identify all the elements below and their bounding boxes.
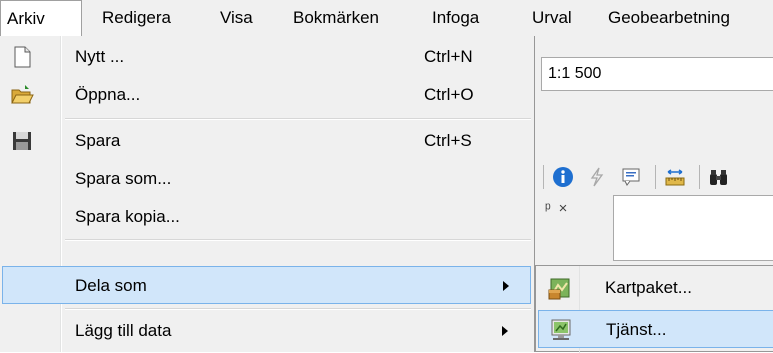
html-popup-icon[interactable] bbox=[619, 165, 643, 189]
file-menu: Nytt ... Ctrl+N Öppna... Ctrl+O Spara Ct… bbox=[0, 36, 535, 352]
menu-item-shortcut: Ctrl+N bbox=[424, 47, 473, 66]
service-icon bbox=[549, 318, 573, 342]
menu-infoga-label: Infoga bbox=[432, 8, 480, 27]
map-package-icon bbox=[548, 276, 572, 300]
menu-item-label: Tjänst... bbox=[606, 320, 667, 339]
menu-geobearbetning-label: Geobearbetning bbox=[608, 8, 730, 27]
menu-item-spara-som[interactable]: Spara som... bbox=[2, 160, 531, 198]
menu-item-label: Lägg till data bbox=[75, 321, 172, 340]
menu-bokmarken-label: Bokmärken bbox=[293, 8, 379, 27]
menu-urval-label: Urval bbox=[532, 8, 572, 27]
submenu-arrow-icon bbox=[502, 326, 508, 336]
find-binoculars-icon[interactable] bbox=[707, 165, 731, 189]
menu-arkiv-label: Arkiv bbox=[7, 9, 45, 28]
menu-geobearbetning[interactable]: Geobearbetning bbox=[608, 0, 730, 36]
menu-item-label: Spara bbox=[75, 131, 121, 150]
identify-icon[interactable] bbox=[551, 165, 575, 189]
menu-visa-label: Visa bbox=[220, 8, 253, 27]
hyperlink-lightning-icon[interactable] bbox=[585, 165, 609, 189]
menu-item-spara[interactable]: Spara Ctrl+S bbox=[2, 122, 531, 160]
menu-urval[interactable]: Urval bbox=[532, 0, 572, 36]
menu-item-nytt[interactable]: Nytt ... Ctrl+N bbox=[2, 38, 531, 76]
menu-item-label: Öppna... bbox=[75, 85, 141, 104]
menu-visa[interactable]: Visa bbox=[220, 0, 253, 36]
menu-redigera-label: Redigera bbox=[102, 8, 171, 27]
submenu-item-kartpaket[interactable]: Kartpaket... bbox=[538, 269, 773, 307]
toolbar-separator bbox=[699, 165, 700, 189]
menu-item-dela-som[interactable]: Dela som bbox=[2, 266, 531, 304]
close-icon[interactable]: × bbox=[559, 200, 568, 217]
menu-separator bbox=[65, 118, 531, 120]
menu-bokmarken[interactable]: Bokmärken bbox=[293, 0, 379, 36]
tools-toolbar bbox=[541, 160, 773, 194]
menu-separator bbox=[65, 308, 531, 310]
menu-item-lagg-till-data[interactable]: Lägg till data bbox=[2, 312, 531, 350]
menu-item-label: Dela som bbox=[75, 276, 147, 295]
map-scale-value: 1:1 500 bbox=[548, 65, 602, 82]
menu-redigera[interactable]: Redigera bbox=[102, 0, 171, 36]
menu-item-label: Kartpaket... bbox=[605, 278, 692, 297]
menu-arkiv[interactable]: Arkiv bbox=[0, 0, 82, 36]
menu-item-shortcut: Ctrl+O bbox=[424, 85, 474, 104]
menu-item-spara-kopia[interactable]: Spara kopia... bbox=[2, 198, 531, 236]
submenu-item-tjanst[interactable]: Tjänst... bbox=[538, 310, 773, 348]
menubar: Arkiv Redigera Visa Bokmärken Infoga Urv… bbox=[0, 0, 773, 36]
menu-item-label: Nytt ... bbox=[75, 47, 125, 66]
new-document-icon bbox=[10, 45, 34, 69]
measure-icon[interactable] bbox=[663, 165, 687, 189]
toolbar-separator bbox=[655, 165, 656, 189]
menu-infoga[interactable]: Infoga bbox=[432, 0, 479, 36]
menu-item-label: Spara kopia... bbox=[75, 207, 180, 226]
toolbar-separator bbox=[543, 165, 544, 189]
share-as-submenu: Kartpaket... Tjänst... bbox=[535, 265, 773, 353]
pane-header: ᵖ × bbox=[545, 200, 575, 217]
pin-icon[interactable]: ᵖ bbox=[545, 200, 551, 217]
map-scale-combobox[interactable]: 1:1 500 bbox=[541, 57, 773, 91]
submenu-arrow-icon bbox=[503, 281, 509, 291]
save-floppy-icon bbox=[10, 129, 34, 153]
menu-item-label: Spara som... bbox=[75, 169, 172, 188]
open-folder-icon bbox=[10, 83, 34, 107]
menu-separator bbox=[65, 239, 531, 241]
menu-item-oppna[interactable]: Öppna... Ctrl+O bbox=[2, 76, 531, 114]
menu-item-shortcut: Ctrl+S bbox=[424, 131, 472, 150]
docked-pane bbox=[613, 195, 773, 261]
